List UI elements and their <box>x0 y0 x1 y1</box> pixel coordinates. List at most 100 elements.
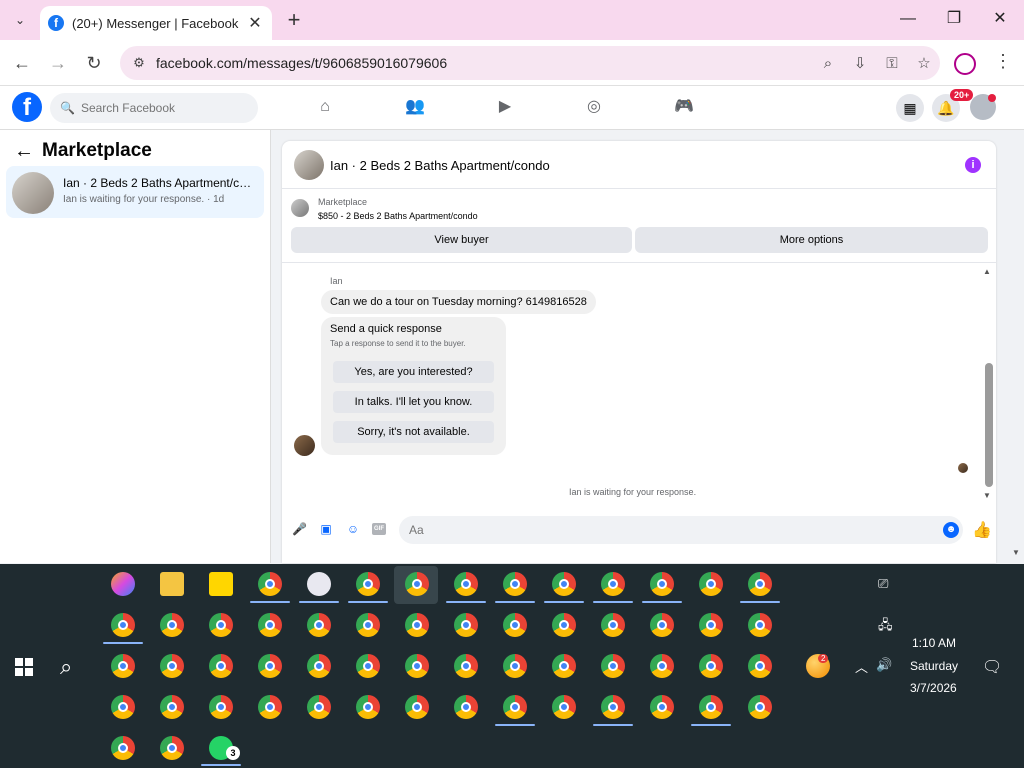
friends-icon[interactable]: 👥 <box>404 96 426 118</box>
scroll-up-arrow-icon[interactable]: ▲ <box>983 267 991 276</box>
chrome-icon[interactable] <box>601 654 625 678</box>
meet-now-icon[interactable]: ⎚ <box>878 576 888 592</box>
reload-icon[interactable]: ↻ <box>82 51 106 75</box>
chrome-icon[interactable] <box>650 572 674 596</box>
chrome-icon[interactable] <box>111 695 135 719</box>
chrome-icon[interactable] <box>160 695 184 719</box>
snipping-tool-icon[interactable] <box>307 572 331 596</box>
network-icon[interactable]: 🖧 <box>878 616 893 638</box>
browser-tab[interactable]: f (20+) Messenger | Facebook ✕ <box>40 6 272 40</box>
chrome-icon[interactable] <box>405 654 429 678</box>
volume-icon[interactable]: 🔊 <box>876 657 892 673</box>
chrome-icon[interactable] <box>160 654 184 678</box>
home-icon[interactable]: ⌂ <box>314 96 336 118</box>
chrome-icon[interactable] <box>699 613 723 637</box>
bookmark-star-icon[interactable]: ☆ <box>908 54 940 72</box>
scroll-down-arrow-icon[interactable]: ▼ <box>983 491 991 500</box>
password-key-icon[interactable]: ⚿ <box>876 55 908 72</box>
chrome-icon[interactable] <box>748 572 772 596</box>
new-tab-button[interactable]: + <box>282 8 306 32</box>
chrome-icon[interactable] <box>454 613 478 637</box>
chrome-icon[interactable] <box>356 654 380 678</box>
site-info-icon[interactable]: ⚙ <box>128 52 150 74</box>
chrome-icon[interactable] <box>601 613 625 637</box>
chrome-icon[interactable] <box>258 613 282 637</box>
conversation-title[interactable]: Ian · 2 Beds 2 Baths Apartment/condo <box>330 158 550 173</box>
chrome-icon[interactable] <box>699 572 723 596</box>
chrome-icon[interactable] <box>748 695 772 719</box>
install-app-icon[interactable]: ⇩ <box>844 54 876 72</box>
minimize-icon[interactable]: — <box>888 6 928 32</box>
profile-icon[interactable] <box>954 53 976 75</box>
address-bar[interactable]: ⚙ facebook.com/messages/t/96068590160796… <box>120 46 940 80</box>
message-bubble[interactable]: Can we do a tour on Tuesday morning? 614… <box>321 290 596 314</box>
restore-icon[interactable]: ❐ <box>934 6 974 32</box>
chrome-icon[interactable] <box>650 613 674 637</box>
chrome-icon[interactable] <box>111 613 135 637</box>
clock-day[interactable]: Saturday <box>910 659 958 673</box>
conversation-list-item[interactable]: Ian · 2 Beds 2 Baths Apartment/condo Ian… <box>6 166 264 218</box>
chrome-icon[interactable] <box>503 695 527 719</box>
gif-icon[interactable]: GIF <box>372 523 386 535</box>
chrome-icon[interactable] <box>160 613 184 637</box>
chrome-icon[interactable] <box>209 654 233 678</box>
scrollbar-thumb[interactable] <box>985 363 993 487</box>
chrome-icon[interactable] <box>503 654 527 678</box>
chrome-icon[interactable] <box>356 613 380 637</box>
groups-icon[interactable]: ◎ <box>583 96 605 118</box>
photo-icon[interactable]: ▣ <box>319 522 333 536</box>
video-icon[interactable]: ▶ <box>494 96 516 118</box>
chrome-icon[interactable] <box>552 654 576 678</box>
chrome-icon[interactable] <box>405 695 429 719</box>
gaming-icon[interactable]: 🎮 <box>673 96 695 118</box>
clock-date[interactable]: 3/7/2026 <box>910 681 957 695</box>
info-icon[interactable]: i <box>965 157 981 173</box>
chrome-icon[interactable] <box>111 654 135 678</box>
message-input[interactable] <box>399 516 963 544</box>
quick-response-button[interactable]: In talks. I'll let you know. <box>333 391 494 413</box>
chrome-icon[interactable] <box>748 654 772 678</box>
url-text[interactable]: facebook.com/messages/t/9606859016079606 <box>156 55 812 71</box>
view-buyer-button[interactable]: View buyer <box>291 227 632 253</box>
chrome-icon[interactable] <box>307 695 331 719</box>
page-scroll-down-icon[interactable]: ▼ <box>1012 548 1020 557</box>
chrome-icon[interactable] <box>650 695 674 719</box>
chrome-icon[interactable] <box>160 736 184 760</box>
thumbs-up-icon[interactable]: 👍 <box>972 520 992 540</box>
chrome-icon[interactable] <box>601 695 625 719</box>
chrome-icon[interactable] <box>503 572 527 596</box>
chrome-icon[interactable] <box>552 572 576 596</box>
browser-menu-icon[interactable]: ⋮ <box>994 51 1012 72</box>
start-windows-icon[interactable] <box>15 658 33 676</box>
emoji-icon[interactable]: ☻ <box>943 522 959 538</box>
chrome-icon[interactable] <box>356 572 380 596</box>
sender-avatar[interactable] <box>294 435 315 456</box>
quick-response-button[interactable]: Yes, are you interested? <box>333 361 494 383</box>
close-window-icon[interactable]: ✕ <box>980 6 1020 32</box>
chrome-icon[interactable] <box>552 695 576 719</box>
file-explorer-icon[interactable] <box>160 572 184 596</box>
tab-search-button[interactable]: ⌄ <box>8 8 32 32</box>
chrome-icon[interactable] <box>209 695 233 719</box>
sticky-notes-icon[interactable] <box>209 572 233 596</box>
chrome-icon[interactable] <box>454 654 478 678</box>
chrome-icon[interactable] <box>748 613 772 637</box>
microphone-icon[interactable]: 🎤 <box>292 522 307 536</box>
taskbar-search-icon[interactable]: ⌕ <box>60 654 72 680</box>
menu-grid-icon[interactable]: ▦ <box>896 94 924 122</box>
close-tab-icon[interactable]: ✕ <box>246 13 264 33</box>
chevron-up-icon[interactable]: ︿ <box>855 657 868 676</box>
chrome-icon[interactable] <box>454 572 478 596</box>
quick-response-button[interactable]: Sorry, it's not available. <box>333 421 494 443</box>
chrome-icon[interactable] <box>258 572 282 596</box>
back-icon[interactable]: ← <box>10 51 34 75</box>
chrome-icon[interactable] <box>307 613 331 637</box>
conversation-avatar[interactable] <box>294 150 324 180</box>
chrome-icon[interactable] <box>552 613 576 637</box>
facebook-logo-icon[interactable]: f <box>12 92 42 122</box>
chrome-icon[interactable] <box>699 654 723 678</box>
forward-icon[interactable]: → <box>46 51 70 75</box>
chrome-icon[interactable] <box>405 613 429 637</box>
listing-title[interactable]: $850 - 2 Beds 2 Baths Apartment/condo <box>318 211 478 221</box>
chrome-icon[interactable] <box>650 654 674 678</box>
